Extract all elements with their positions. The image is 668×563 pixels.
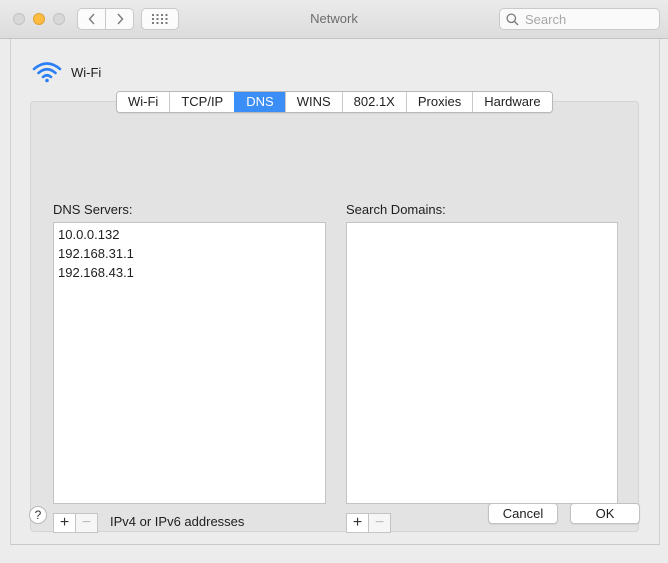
tab-bar: Wi-Fi TCP/IP DNS WINS 802.1X Proxies Har… [116, 91, 553, 113]
list-item[interactable]: 192.168.43.1 [54, 263, 325, 282]
list-item[interactable]: 192.168.31.1 [54, 244, 325, 263]
tab-tcpip[interactable]: TCP/IP [169, 92, 235, 112]
dns-hint-text: IPv4 or IPv6 addresses [110, 514, 245, 529]
service-header: Wi-Fi [32, 61, 101, 83]
tab-proxies[interactable]: Proxies [405, 92, 473, 112]
remove-search-domain-button[interactable]: − [368, 514, 390, 532]
wifi-icon [32, 62, 62, 83]
tab-wins[interactable]: WINS [284, 92, 342, 112]
search-domains-label: Search Domains: [346, 202, 446, 217]
search-domains-add-remove: + − [346, 513, 391, 533]
tab-content-panel: DNS Servers: 10.0.0.132 192.168.31.1 192… [30, 101, 639, 533]
add-search-domain-button[interactable]: + [347, 514, 368, 532]
advanced-sheet: Wi-Fi DNS Servers: 10.0.0.132 192.168.31… [10, 39, 660, 545]
remove-dns-server-button[interactable]: − [75, 514, 97, 532]
list-item[interactable]: 10.0.0.132 [54, 225, 325, 244]
dns-servers-label: DNS Servers: [53, 202, 133, 217]
cancel-button[interactable]: Cancel [488, 503, 558, 524]
search-domains-list[interactable] [346, 222, 618, 504]
tab-dns[interactable]: DNS [234, 92, 285, 112]
dns-servers-add-remove: + − [53, 513, 98, 533]
title-bar: Network [0, 0, 668, 39]
help-button[interactable]: ? [29, 506, 47, 524]
search-field[interactable] [499, 8, 660, 30]
dns-servers-list[interactable]: 10.0.0.132 192.168.31.1 192.168.43.1 [53, 222, 326, 504]
add-dns-server-button[interactable]: + [54, 514, 75, 532]
service-name: Wi-Fi [71, 64, 102, 80]
ok-button[interactable]: OK [570, 503, 640, 524]
tab-hardware[interactable]: Hardware [472, 92, 552, 112]
tab-wifi[interactable]: Wi-Fi [117, 92, 170, 112]
search-input[interactable] [523, 10, 657, 28]
tab-8021x[interactable]: 802.1X [341, 92, 406, 112]
search-icon [506, 12, 519, 25]
network-window: Network Wi-Fi DNS Servers: 10.0.0.132 19… [0, 0, 668, 563]
